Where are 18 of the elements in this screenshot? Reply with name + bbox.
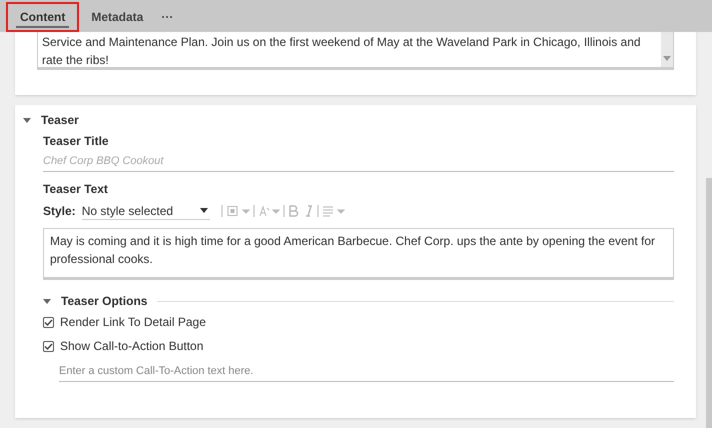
field-label: Teaser Text: [43, 181, 109, 198]
field-label: Teaser Title: [43, 133, 110, 150]
section-title: Teaser: [41, 112, 79, 129]
style-label: Style:: [43, 203, 76, 220]
input-field[interactable]: Chef Corp BBQ Cookout: [43, 150, 674, 172]
caret-icon[interactable]: [43, 298, 51, 304]
body-text: Service and Maintenance Plan. Join us on the first weekend of May at the Waveland Park in Chicago, Illinois and rate the ribs!: [42, 34, 642, 67]
checkbox-label: Render Link To Detail Page: [60, 314, 206, 331]
style-dropdown[interactable]: No style selected: [82, 202, 210, 220]
caret-icon[interactable]: [23, 118, 31, 122]
tab[interactable]: Content: [6, 2, 80, 32]
text-area[interactable]: May is coming and it is high time for a good American Barbecue. Chef Corp. ups the ante by opening the event for professional cooks.: [43, 228, 674, 280]
checkbox[interactable]: [43, 340, 54, 352]
section-title: Teaser Options: [61, 293, 148, 310]
checkbox[interactable]: [43, 316, 54, 328]
caret-icon: [200, 208, 208, 213]
input-field[interactable]: Enter a custom Call-To-Action text here.: [59, 360, 674, 382]
checkbox-label: Show Call-to-Action Button: [60, 338, 204, 355]
